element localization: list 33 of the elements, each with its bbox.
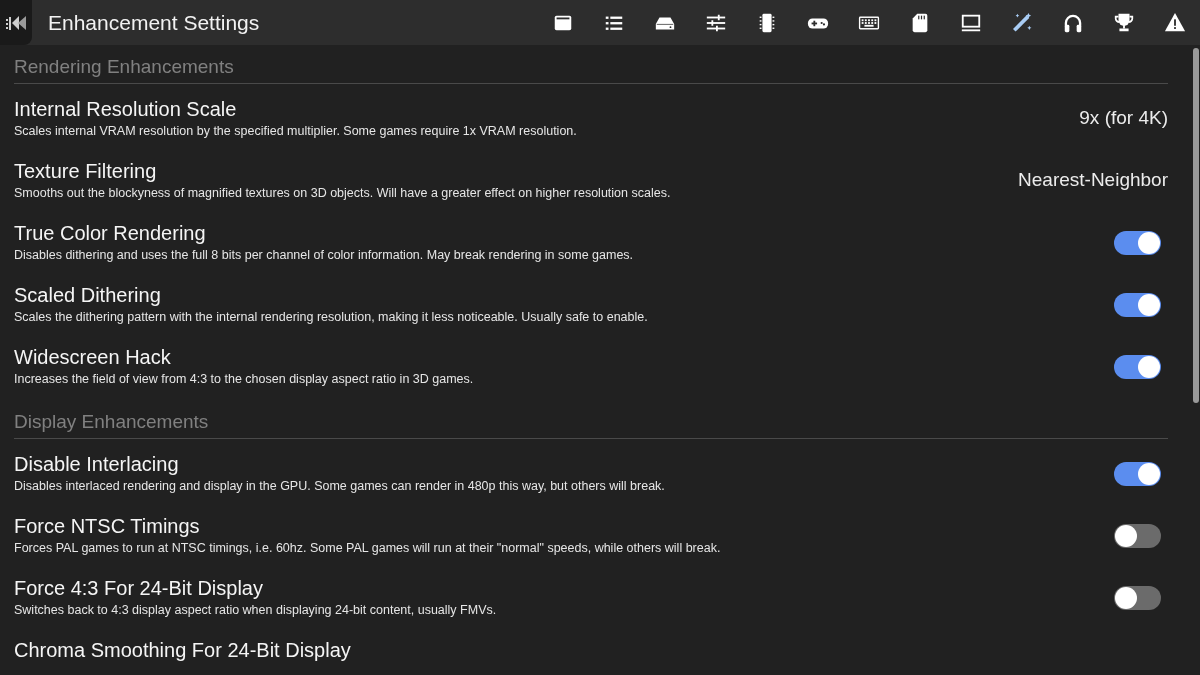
setting-description: Disables dithering and uses the full 8 bits per channel of color information. May break rendering in some games. — [14, 247, 635, 264]
setting-title: Internal Resolution Scale — [14, 97, 238, 121]
setting-description: Forces PAL games to run at NTSC timings, i.e. 60hz. Some PAL games will run at their "normal" speeds, while others will break. — [14, 540, 722, 557]
setting-title: Disable Interlacing — [14, 452, 180, 476]
setting-description: Scales the dithering pattern with the internal rendering resolution, making it less noticeable. Usually safe to enable. — [14, 309, 649, 326]
setting-title: True Color Rendering — [14, 221, 207, 245]
section-heading: Rendering Enhancements — [14, 55, 235, 79]
warning-icon — [1163, 11, 1186, 34]
toggle-switch[interactable] — [1114, 292, 1161, 317]
toggle-switch[interactable] — [1114, 461, 1161, 486]
setting-title: Widescreen Hack — [14, 345, 172, 369]
setting-value[interactable]: Nearest-Neighbor — [1018, 166, 1168, 195]
setting-description: Scales internal VRAM resolution by the specified multiplier. Some games require 1x VRAM resolution. — [14, 123, 578, 140]
trophy-icon — [1112, 11, 1135, 34]
skip-back-icon — [5, 13, 27, 32]
setting-description: Disables interlaced rendering and display in the GPU. Some games can render in 480p this way, but others will break. — [14, 478, 666, 495]
setting-title: Chroma Smoothing For 24-Bit Display — [14, 638, 352, 662]
toggle-switch[interactable] — [1114, 354, 1161, 379]
setting-description: Switches back to 4:3 display aspect ratio when displaying 24-bit content, usually FMVs. — [14, 602, 498, 619]
setting-description: Smooths out the blockyness of magnified textures on 3D objects. Will have a greater effect on higher resolution scales. — [14, 185, 672, 202]
page-title: Enhancement Settings — [48, 9, 261, 36]
back-button[interactable] — [0, 0, 32, 45]
setting-title: Force NTSC Timings — [14, 514, 201, 538]
setting-value[interactable]: 9x (for 4K) — [1079, 104, 1168, 133]
setting-title: Scaled Dithering — [14, 283, 162, 307]
section-heading: Display Enhancements — [14, 410, 210, 434]
toggle-switch[interactable] — [1114, 523, 1161, 548]
magic-wand-icon — [1010, 11, 1033, 34]
setting-title: Texture Filtering — [14, 159, 158, 183]
setting-title: Force 4:3 For 24-Bit Display — [14, 576, 264, 600]
toggle-switch[interactable] — [1114, 230, 1161, 255]
setting-description: Increases the field of view from 4:3 to the chosen display aspect ratio in 3D games. — [14, 371, 475, 388]
toggle-switch[interactable] — [1114, 585, 1161, 610]
